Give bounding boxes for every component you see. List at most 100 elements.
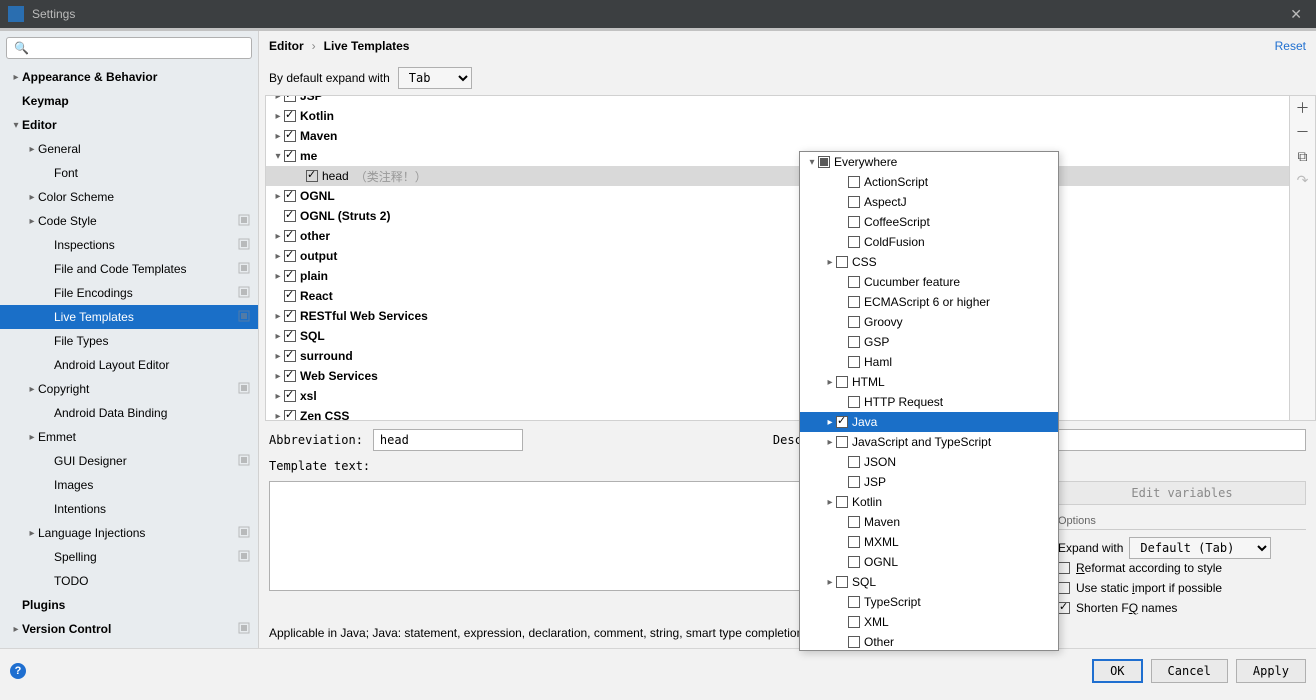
template-group[interactable]: ▸other <box>266 226 1289 246</box>
context-checkbox[interactable] <box>836 496 848 508</box>
apply-button[interactable]: Apply <box>1236 659 1306 683</box>
sidebar-item[interactable]: ▾Editor <box>0 113 258 137</box>
template-group[interactable]: React <box>266 286 1289 306</box>
sidebar-item[interactable]: ▸Build, Execution, Deployment <box>0 641 258 648</box>
context-item[interactable]: JSP <box>800 472 1058 492</box>
remove-icon[interactable]: － <box>1291 120 1315 144</box>
group-checkbox[interactable] <box>284 390 296 402</box>
context-item[interactable]: ▸SQL <box>800 572 1058 592</box>
context-item[interactable]: AspectJ <box>800 192 1058 212</box>
context-item[interactable]: ▸Kotlin <box>800 492 1058 512</box>
sidebar-item[interactable]: ▸General <box>0 137 258 161</box>
context-checkbox[interactable] <box>848 516 860 528</box>
group-checkbox[interactable] <box>284 310 296 322</box>
sidebar-item[interactable]: Live Templates <box>0 305 258 329</box>
search-input[interactable] <box>6 37 252 59</box>
context-item[interactable]: ▾Everywhere <box>800 152 1058 172</box>
context-checkbox[interactable] <box>848 316 860 328</box>
context-item[interactable]: HTTP Request <box>800 392 1058 412</box>
group-checkbox[interactable] <box>284 95 296 102</box>
group-checkbox[interactable] <box>284 210 296 222</box>
group-checkbox[interactable] <box>284 410 296 421</box>
template-group[interactable]: ▸Kotlin <box>266 106 1289 126</box>
close-icon[interactable]: ✕ <box>1284 6 1308 23</box>
context-checkbox[interactable] <box>848 356 860 368</box>
context-checkbox[interactable] <box>848 476 860 488</box>
sidebar-item[interactable]: Plugins <box>0 593 258 617</box>
group-checkbox[interactable] <box>284 350 296 362</box>
context-item[interactable]: Groovy <box>800 312 1058 332</box>
context-checkbox[interactable] <box>848 456 860 468</box>
default-expand-select[interactable]: Tab <box>398 67 472 89</box>
template-group[interactable]: ▸plain <box>266 266 1289 286</box>
sidebar-item[interactable]: Images <box>0 473 258 497</box>
template-group[interactable]: ▸RESTful Web Services <box>266 306 1289 326</box>
context-item[interactable]: Cucumber feature <box>800 272 1058 292</box>
template-list[interactable]: ▸JSP▸Kotlin▸Maven▾mehead（类注释！）▸OGNLOGNL … <box>265 95 1290 421</box>
context-checkbox[interactable] <box>818 156 830 168</box>
context-checkbox[interactable] <box>848 296 860 308</box>
context-item[interactable]: ActionScript <box>800 172 1058 192</box>
sidebar-item[interactable]: ▸Code Style <box>0 209 258 233</box>
context-checkbox[interactable] <box>848 636 860 648</box>
context-item[interactable]: OGNL <box>800 552 1058 572</box>
context-checkbox[interactable] <box>848 216 860 228</box>
static-import-checkbox[interactable] <box>1058 582 1070 594</box>
context-checkbox[interactable] <box>848 536 860 548</box>
sidebar-item[interactable]: Font <box>0 161 258 185</box>
context-checkbox[interactable] <box>836 376 848 388</box>
template-group[interactable]: ▸surround <box>266 346 1289 366</box>
context-item[interactable]: JSON <box>800 452 1058 472</box>
template-group[interactable]: OGNL (Struts 2) <box>266 206 1289 226</box>
context-checkbox[interactable] <box>848 596 860 608</box>
context-item[interactable]: Maven <box>800 512 1058 532</box>
sidebar-item[interactable]: Android Data Binding <box>0 401 258 425</box>
group-checkbox[interactable] <box>284 330 296 342</box>
group-checkbox[interactable] <box>284 150 296 162</box>
group-checkbox[interactable] <box>284 370 296 382</box>
context-item[interactable]: CoffeeScript <box>800 212 1058 232</box>
context-item[interactable]: Haml <box>800 352 1058 372</box>
context-checkbox[interactable] <box>848 276 860 288</box>
context-checkbox[interactable] <box>848 556 860 568</box>
template-group[interactable]: ▸JSP <box>266 95 1289 106</box>
sidebar-item[interactable]: Inspections <box>0 233 258 257</box>
group-checkbox[interactable] <box>284 230 296 242</box>
context-item[interactable]: ColdFusion <box>800 232 1058 252</box>
group-checkbox[interactable] <box>284 110 296 122</box>
context-checkbox[interactable] <box>836 256 848 268</box>
sidebar-item[interactable]: File Encodings <box>0 281 258 305</box>
context-item[interactable]: ▸JavaScript and TypeScript <box>800 432 1058 452</box>
context-item[interactable]: GSP <box>800 332 1058 352</box>
context-item[interactable]: TypeScript <box>800 592 1058 612</box>
breadcrumb-a[interactable]: Editor <box>269 39 304 53</box>
abbreviation-input[interactable] <box>373 429 523 451</box>
sidebar-item[interactable]: ▸Copyright <box>0 377 258 401</box>
group-checkbox[interactable] <box>284 270 296 282</box>
sidebar-item[interactable]: ▸Color Scheme <box>0 185 258 209</box>
context-checkbox[interactable] <box>848 236 860 248</box>
template-group[interactable]: ▸Zen CSS <box>266 406 1289 421</box>
template-item[interactable]: head（类注释！） <box>266 166 1289 186</box>
template-group[interactable]: ▸SQL <box>266 326 1289 346</box>
context-item[interactable]: XML <box>800 612 1058 632</box>
sidebar-item[interactable]: Keymap <box>0 89 258 113</box>
context-item[interactable]: Other <box>800 632 1058 651</box>
template-group[interactable]: ▾me <box>266 146 1289 166</box>
sidebar-item[interactable]: GUI Designer <box>0 449 258 473</box>
context-item[interactable]: ▸CSS <box>800 252 1058 272</box>
item-checkbox[interactable] <box>306 170 318 182</box>
context-checkbox[interactable] <box>848 336 860 348</box>
add-icon[interactable]: ＋ <box>1291 96 1315 120</box>
expand-with-select[interactable]: Default (Tab) <box>1129 537 1271 559</box>
reset-link[interactable]: Reset <box>1275 39 1306 53</box>
group-checkbox[interactable] <box>284 250 296 262</box>
context-checkbox[interactable] <box>848 396 860 408</box>
context-popup[interactable]: ▾EverywhereActionScriptAspectJCoffeeScri… <box>799 151 1059 651</box>
group-checkbox[interactable] <box>284 130 296 142</box>
context-checkbox[interactable] <box>836 436 848 448</box>
group-checkbox[interactable] <box>284 290 296 302</box>
context-item[interactable]: ▸Java <box>800 412 1058 432</box>
sidebar-item[interactable]: ▸Emmet <box>0 425 258 449</box>
group-checkbox[interactable] <box>284 190 296 202</box>
